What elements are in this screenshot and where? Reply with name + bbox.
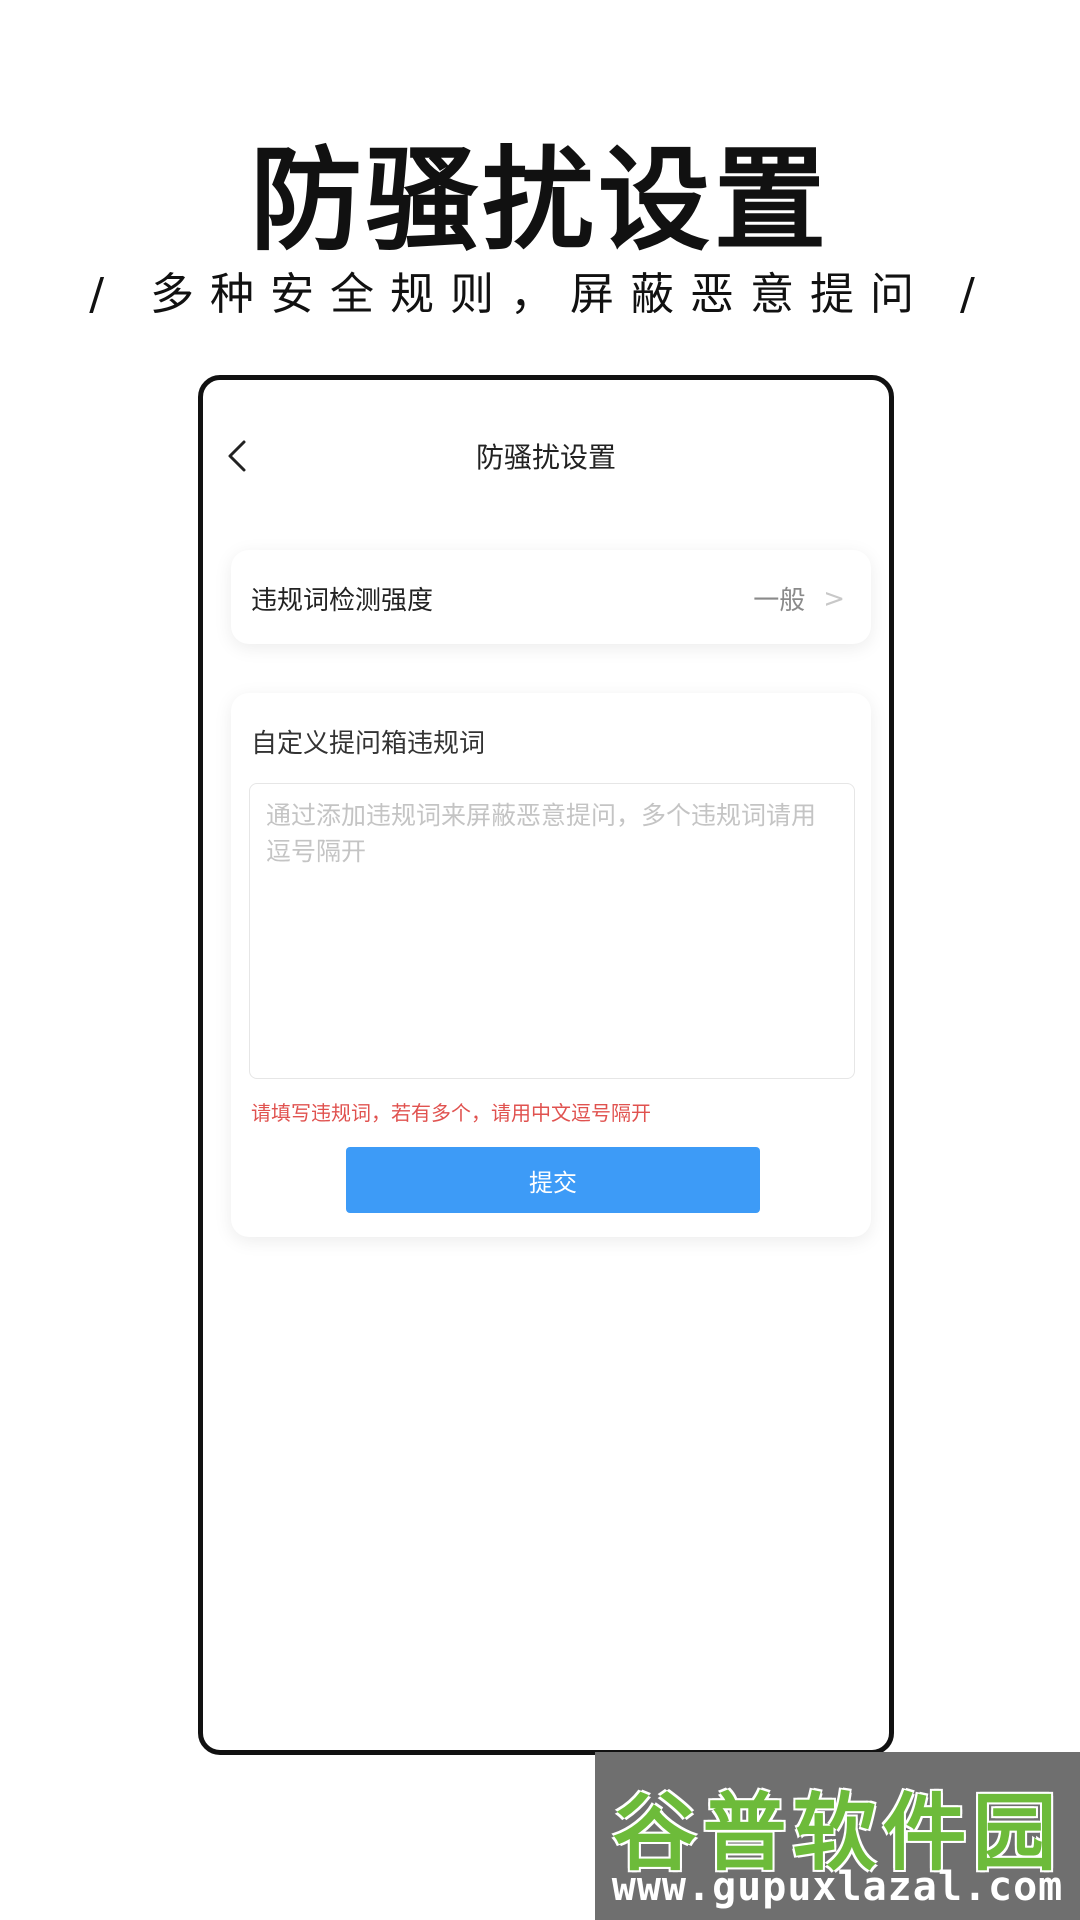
detection-strength-value: 一般	[753, 586, 806, 616]
promo-title: 防骚扰设置	[250, 136, 830, 266]
custom-words-title: 自定义提问箱违规词	[251, 729, 486, 759]
submit-button[interactable]: 提交	[346, 1147, 760, 1213]
chevron-right-icon: >	[823, 583, 845, 614]
detection-strength-row[interactable]: 违规词检测强度 一般 >	[231, 550, 871, 644]
page-title: 防骚扰设置	[475, 441, 616, 474]
detection-strength-selector[interactable]: 一般 >	[753, 580, 845, 617]
detection-strength-label: 违规词检测强度	[251, 586, 434, 616]
watermark-url: www.gupuxlazal.com	[611, 1864, 1064, 1910]
phone-frame: 防骚扰设置 违规词检测强度 一般 > 自定义提问箱违规词 请填写违规词，若有多个…	[198, 375, 894, 1755]
input-hint: 请填写违规词，若有多个，请用中文逗号隔开	[251, 1101, 651, 1125]
custom-words-card: 自定义提问箱违规词 请填写违规词，若有多个，请用中文逗号隔开 提交	[231, 693, 871, 1237]
nav-bar: 防骚扰设置	[203, 380, 889, 500]
banned-words-input[interactable]	[249, 783, 855, 1079]
promo-subtitle: / 多种安全规则，屏蔽恶意提问 /	[89, 269, 991, 320]
watermark: 谷普软件园 www.gupuxlazal.com	[595, 1752, 1080, 1920]
